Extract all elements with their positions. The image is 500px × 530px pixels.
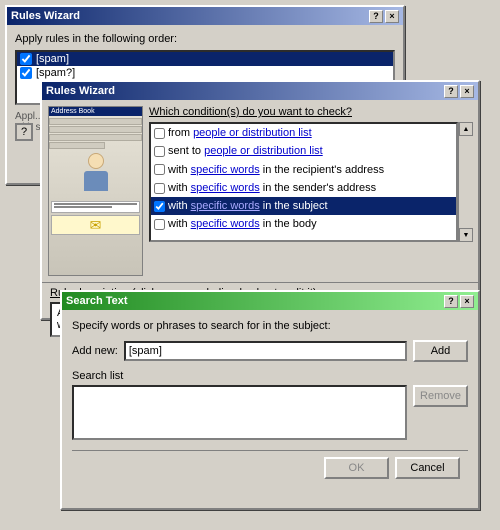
wizard-img-row-1 (49, 118, 142, 125)
conditions-list-container: from people or distribution list sent to… (149, 122, 472, 242)
wizard-img-row-2 (49, 126, 142, 133)
condition-checkbox-3[interactable] (154, 164, 165, 175)
rules-dialog-body: Address Book ✉ (42, 100, 478, 282)
condition-text-3: with specific words in the recipient's a… (168, 163, 384, 177)
condition-words-body[interactable]: with specific words in the body (151, 215, 456, 233)
add-button[interactable]: Add (413, 340, 468, 362)
main-wizard-close-btn[interactable]: × (385, 10, 399, 23)
rules-wizard-dialog-window: Rules Wizard ? × Address Book (40, 80, 480, 320)
specific-words-link-3[interactable]: specific words (191, 164, 260, 176)
search-dialog-close-btn[interactable]: × (460, 295, 474, 308)
conditions-label: Which condition(s) do you want to check? (149, 106, 472, 118)
search-list-buttons: Remove (413, 385, 468, 446)
condition-checkbox-4[interactable] (154, 183, 165, 194)
search-list-label: Search list (72, 370, 468, 382)
add-new-label: Add new: (72, 345, 118, 357)
condition-text-1: from people or distribution list (168, 126, 312, 140)
conditions-scrollbar[interactable]: ▲ ▼ (458, 122, 472, 242)
condition-text-5: with specific words in the subject (168, 199, 328, 213)
remove-button[interactable]: Remove (413, 385, 468, 407)
scroll-up-arrow[interactable]: ▲ (459, 122, 473, 136)
search-list-box (72, 385, 407, 440)
search-text-dialog-window: Search Text ? × Specify words or phrases… (60, 290, 480, 510)
people-dist-link-1[interactable]: people or distribution list (193, 127, 312, 139)
search-list-row: Remove (72, 385, 468, 446)
rules-dialog-help-btn[interactable]: ? (444, 85, 458, 98)
people-dist-link-2[interactable]: people or distribution list (204, 145, 323, 157)
rule-checkbox-spam2[interactable] (20, 67, 32, 79)
rules-dialog-title-buttons: ? × (444, 85, 474, 98)
rule-item-spam2[interactable]: [spam?] (17, 66, 393, 80)
specific-words-link-6[interactable]: specific words (191, 218, 260, 230)
condition-words-subject[interactable]: with specific words in the subject (151, 197, 456, 215)
rule-label-spam: [spam] (36, 53, 69, 65)
condition-words-recipient[interactable]: with specific words in the recipient's a… (151, 161, 456, 179)
condition-from-people[interactable]: from people or distribution list (151, 124, 456, 142)
apply-rules-label: Apply rules in the following order: (15, 33, 395, 45)
condition-words-sender[interactable]: with specific words in the sender's addr… (151, 179, 456, 197)
condition-checkbox-1[interactable] (154, 128, 165, 139)
wizard-illustration: Address Book ✉ (48, 106, 143, 276)
rule-item-spam[interactable]: [spam] (17, 52, 393, 66)
main-wizard-title: Rules Wizard (11, 10, 80, 22)
main-wizard-help-btn[interactable]: ? (369, 10, 383, 23)
condition-sent-to[interactable]: sent to people or distribution list (151, 142, 456, 160)
search-dialog-title: Search Text (66, 295, 128, 307)
wizard-person (78, 153, 113, 193)
main-wizard-help-icon[interactable]: ? (15, 123, 33, 141)
specific-words-link-5[interactable]: specific words (191, 200, 260, 212)
conditions-list: from people or distribution list sent to… (149, 122, 458, 242)
condition-checkbox-6[interactable] (154, 219, 165, 230)
search-dialog-title-buttons: ? × (444, 295, 474, 308)
search-dialog-footer: OK Cancel (72, 450, 468, 485)
search-description: Specify words or phrases to search for i… (72, 320, 468, 332)
person-head (88, 153, 104, 169)
wizard-img-header: Address Book (49, 107, 142, 116)
scroll-down-arrow[interactable]: ▼ (459, 228, 473, 242)
rule-checkbox-spam[interactable] (20, 53, 32, 65)
scroll-track (459, 136, 472, 228)
condition-text-4: with specific words in the sender's addr… (168, 181, 376, 195)
condition-text-6: with specific words in the body (168, 217, 317, 231)
search-content: Specify words or phrases to search for i… (62, 310, 478, 495)
specific-words-link-4[interactable]: specific words (191, 182, 260, 194)
add-new-input[interactable] (124, 341, 407, 361)
main-wizard-title-buttons: ? × (369, 10, 399, 23)
condition-checkbox-5[interactable] (154, 201, 165, 212)
person-body (84, 171, 108, 191)
search-dialog-title-bar: Search Text ? × (62, 292, 478, 310)
ok-button[interactable]: OK (324, 457, 389, 479)
condition-text-2: sent to people or distribution list (168, 144, 323, 158)
add-new-row: Add new: Add (72, 340, 468, 362)
wizard-img-row-4 (49, 142, 105, 149)
main-wizard-title-bar: Rules Wizard ? × (7, 7, 403, 25)
search-list-section: Search list Remove (72, 370, 468, 446)
rules-dialog-title-bar: Rules Wizard ? × (42, 82, 478, 100)
rules-dialog-close-btn[interactable]: × (460, 85, 474, 98)
rules-dialog-title: Rules Wizard (46, 85, 115, 97)
search-dialog-help-btn[interactable]: ? (444, 295, 458, 308)
wizard-img-row-3 (49, 134, 142, 141)
rule-label-spam2: [spam?] (36, 67, 75, 79)
wizard-img-rows (49, 118, 142, 149)
cancel-button[interactable]: Cancel (395, 457, 460, 479)
condition-checkbox-2[interactable] (154, 146, 165, 157)
conditions-panel: Which condition(s) do you want to check?… (149, 106, 472, 276)
